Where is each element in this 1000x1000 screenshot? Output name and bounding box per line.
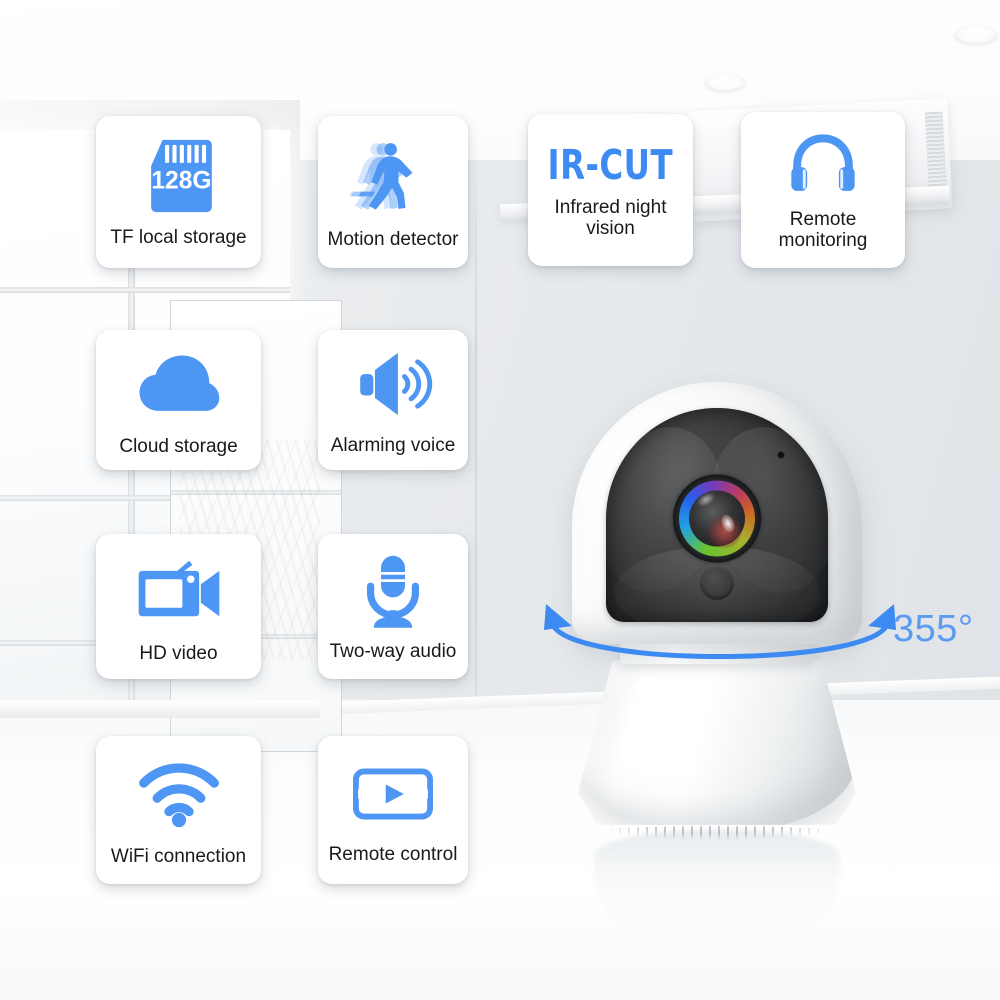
mic-pinhole	[778, 452, 784, 458]
ceiling-downlight	[705, 74, 745, 91]
speaker-waves-icon	[352, 343, 434, 425]
feature-label: Two-way audio	[329, 640, 457, 662]
sd-card-icon: 128G	[138, 135, 220, 217]
feature-label: Alarming voice	[330, 435, 456, 457]
camera-floor-reflection	[594, 830, 840, 948]
feature-label: Motion detector	[327, 229, 459, 251]
wifi-icon	[137, 752, 221, 836]
wall-corner	[475, 160, 477, 760]
headphones-icon	[787, 129, 859, 201]
rotation-angle-label: 355°	[893, 608, 974, 650]
ceiling-downlight	[955, 26, 997, 44]
feature-card-motion-detector[interactable]: Motion detector	[318, 116, 468, 268]
feature-card-wifi-connection[interactable]: WiFi connection	[96, 736, 261, 884]
feature-card-tf-local-storage[interactable]: 128G TF local storage	[96, 116, 261, 268]
camera-base	[578, 654, 856, 825]
feature-label: Cloud storage	[119, 436, 238, 458]
wall-unit-vent	[924, 111, 947, 197]
feature-label: Remote control	[328, 844, 458, 866]
running-figures-icon	[350, 133, 436, 219]
feature-card-infrared-night-vision[interactable]: IR-CUT Infrared night vision	[528, 114, 693, 266]
microphone-icon	[353, 551, 433, 631]
video-camera-icon	[137, 549, 221, 633]
feature-card-remote-control[interactable]: Remote control	[318, 736, 468, 884]
phone-play-icon	[353, 754, 433, 834]
feature-label: TF local storage	[110, 227, 247, 249]
window-mullion-horizontal	[0, 286, 290, 293]
feature-card-two-way-audio[interactable]: Two-way audio	[318, 534, 468, 679]
camera-lens	[673, 474, 761, 563]
svg-text:128G: 128G	[151, 168, 211, 195]
feature-label: Remote monitoring	[778, 208, 868, 251]
speaker-vents	[592, 826, 842, 840]
light-sensor	[700, 566, 734, 600]
feature-label: Infrared night vision	[554, 196, 667, 239]
cloud-icon	[137, 342, 221, 426]
feature-card-alarming-voice[interactable]: Alarming voice	[318, 330, 468, 470]
window-sill	[0, 700, 320, 718]
camera-face	[606, 408, 828, 622]
feature-label: WiFi connection	[110, 846, 247, 868]
ir-cut-text-icon: IR-CUT	[539, 141, 682, 189]
feature-card-hd-video[interactable]: HD video	[96, 534, 261, 679]
ir-cut-wordmark: IR-CUT	[547, 140, 674, 189]
rotation-arrow-icon	[544, 604, 896, 659]
feature-card-cloud-storage[interactable]: Cloud storage	[96, 330, 261, 470]
feature-card-remote-monitoring[interactable]: Remote monitoring	[741, 112, 905, 268]
infographic-stage: 355° 128G TF local storage Motion detect…	[0, 0, 1000, 1000]
feature-label: HD video	[139, 642, 218, 664]
